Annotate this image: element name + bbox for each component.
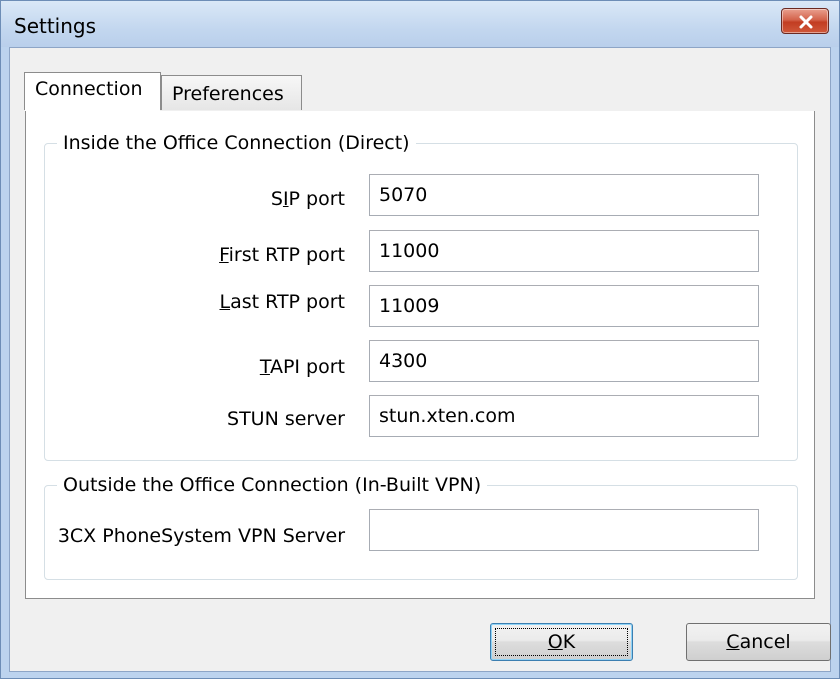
tab-connection-label: Connection [35,78,143,100]
first-rtp-port-input[interactable] [369,230,759,272]
title-bar[interactable]: Settings [1,1,839,47]
stun-server-input[interactable] [369,395,759,437]
last-rtp-port-input[interactable] [369,285,759,327]
tapi-port-label: TAPI port [259,356,345,378]
vpn-server-input[interactable] [369,509,759,551]
last-rtp-port-label: Last RTP port [219,291,346,313]
sip-port-input[interactable] [369,174,759,216]
tab-preferences-label: Preferences [172,83,284,105]
vpn-server-label: 3CX PhoneSystem VPN Server [57,525,345,547]
ok-button[interactable]: OK [490,623,633,661]
tab-page-connection: Inside the Office Connection (Direct) SI… [25,111,815,599]
first-rtp-port-label: First RTP port [219,244,345,266]
window-title: Settings [14,14,97,38]
sip-port-label: SIP port [270,188,345,210]
close-button[interactable] [781,8,829,34]
inside-office-legend: Inside the Office Connection (Direct) [57,132,416,154]
tab-preferences[interactable]: Preferences [161,75,302,110]
close-icon [799,15,813,29]
tapi-port-input[interactable] [369,340,759,382]
cancel-button[interactable]: Cancel [686,623,831,661]
outside-office-legend: Outside the Office Connection (In-Built … [57,474,488,496]
stun-server-label: STUN server [227,408,345,430]
tab-connection[interactable]: Connection [24,72,161,110]
